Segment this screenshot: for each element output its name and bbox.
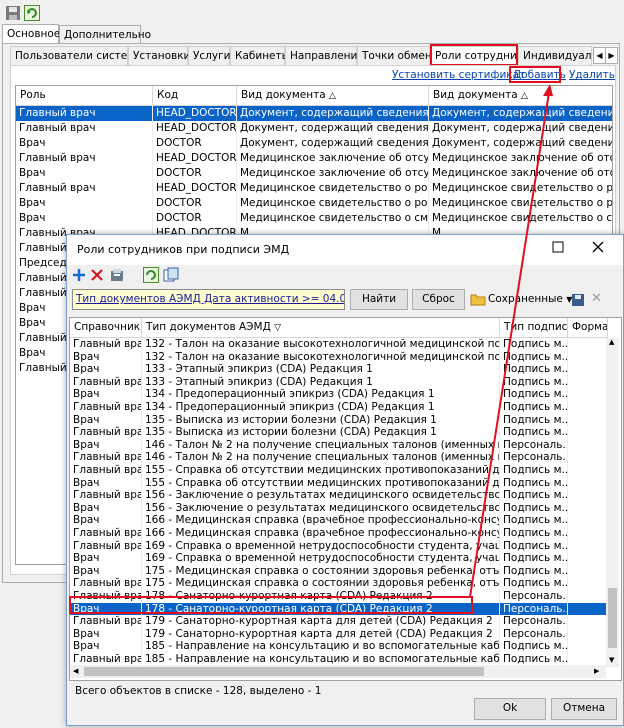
red-arrow <box>469 84 553 598</box>
